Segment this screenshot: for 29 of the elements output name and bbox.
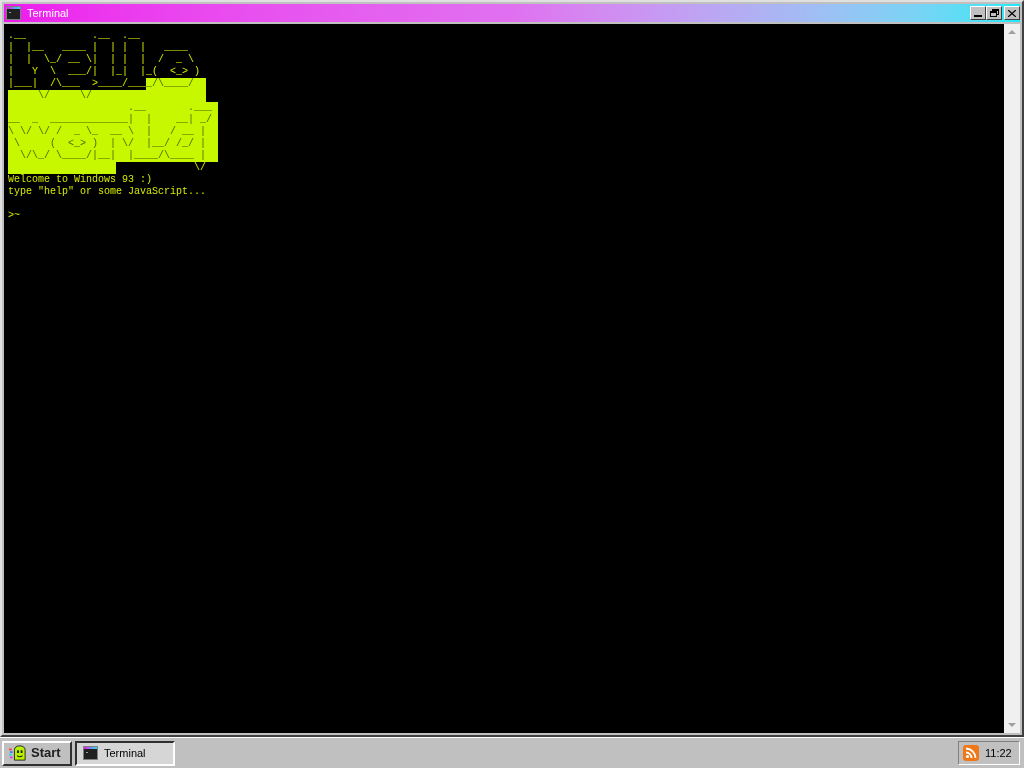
selected-ascii-art-text: \ ( <_> ) | \/ |__/ /_/ | <box>8 138 219 150</box>
terminal-icon <box>6 6 21 20</box>
restore-button[interactable] <box>986 6 1002 20</box>
selected-ascii-art-text: .__ .___ <box>8 102 219 114</box>
taskbar-window-button[interactable]: Terminal <box>75 740 175 766</box>
ascii-art-text: | | \_/ __ \| | | | / _ \ <box>8 54 195 66</box>
ascii-art-text: | |__ ____ | | | | ____ <box>8 42 189 54</box>
ascii-art-text: | Y \ ___/| |_| |_( <_> ) <box>8 66 201 78</box>
minimize-icon <box>974 15 982 17</box>
close-button[interactable] <box>1004 6 1020 20</box>
start-logo-icon <box>9 745 27 761</box>
minimize-button[interactable] <box>970 6 986 20</box>
ascii-art-text: \/ <box>193 162 206 174</box>
close-icon <box>1008 9 1016 17</box>
restore-icon <box>989 9 999 17</box>
rss-icon[interactable] <box>963 745 979 761</box>
window-title: Terminal <box>27 6 69 20</box>
start-button[interactable]: Start <box>2 740 72 766</box>
terminal-message: type "help" or some JavaScript... <box>8 186 207 198</box>
terminal-message: Welcome to Windows 93 :) <box>8 174 153 186</box>
command-prompt[interactable]: >~ <box>8 210 20 222</box>
clock: 11:22 <box>985 746 1012 760</box>
selected-ascii-art-text: __ _ _____________| | __| _/ <box>8 114 219 126</box>
selected-ascii-art-text: _/\____/ <box>146 78 207 90</box>
selected-ascii-art-text: \ \/ \/ / _ \_ __ \ | / __ | <box>8 126 219 138</box>
selected-ascii-art-text: \/\_/ \____/|__| |____/\____ | <box>8 150 219 162</box>
terminal-icon <box>83 746 98 760</box>
ascii-art-text: .__ .__ .__ <box>8 30 141 42</box>
selected-ascii-art-text: \/ \/ <box>8 90 207 102</box>
